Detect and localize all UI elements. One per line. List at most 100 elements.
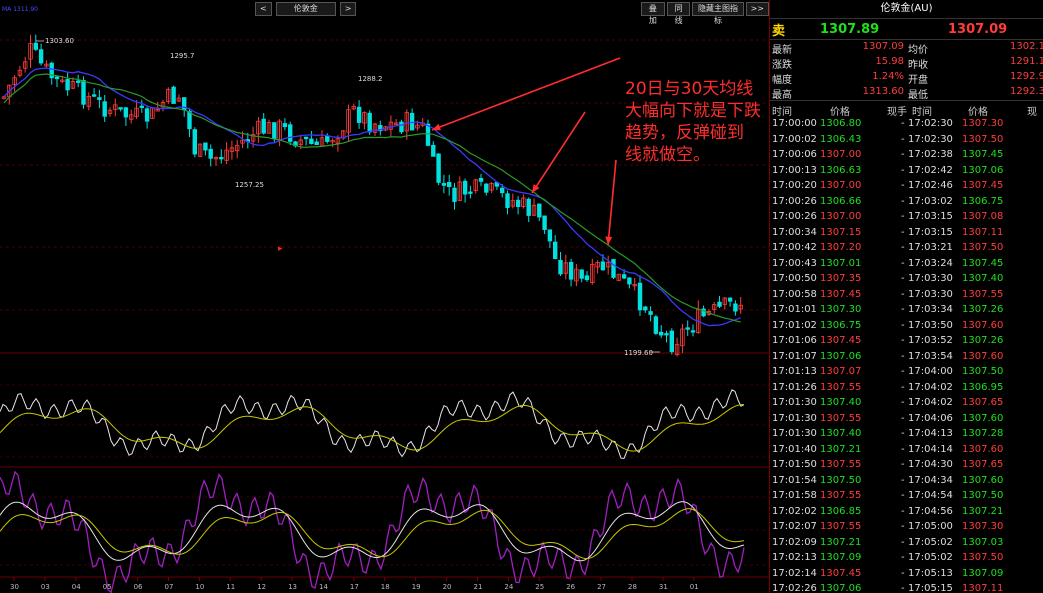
tick-price: 1307.00 bbox=[820, 149, 862, 160]
tick-row[interactable]: 17:00:50 1307.35 17:03:30 1307.40 - bbox=[770, 272, 1043, 288]
quote-stats: 最新 1307.09 均价 1302.1 涨跌 15.98 昨收 1291.1 幅度 1.24% 开… bbox=[770, 40, 1043, 101]
hide-indicators-button[interactable]: 隐藏主图指标 bbox=[692, 2, 744, 25]
candle-body bbox=[54, 76, 60, 80]
expand-button[interactable]: >> bbox=[745, 2, 769, 16]
x-axis-label: 28 bbox=[628, 583, 637, 591]
header-time: 时间 bbox=[772, 107, 792, 118]
candle-body bbox=[558, 259, 563, 275]
stat-label: 最新 bbox=[772, 45, 792, 56]
tick-time-2: 17:04:14 bbox=[908, 443, 953, 455]
candle-body bbox=[505, 193, 510, 208]
tick-row[interactable]: 17:01:54 1307.50 17:04:34 1307.60 - bbox=[770, 474, 1043, 490]
stat-label-2: 开盘 bbox=[908, 75, 928, 86]
tick-row[interactable]: 17:02:09 1307.21 17:05:02 1307.03 - bbox=[770, 536, 1043, 552]
tick-price: 1306.66 bbox=[820, 195, 862, 207]
candle-body bbox=[287, 124, 293, 142]
tick-row[interactable]: 17:02:26 1307.06 17:05:15 1307.11 - bbox=[770, 582, 1043, 593]
candle-body bbox=[526, 198, 531, 216]
tick-row[interactable]: 17:00:20 1307.00 17:02:46 1307.45 - bbox=[770, 179, 1043, 195]
tick-row[interactable]: 17:01:30 1307.55 17:04:06 1307.60 - bbox=[770, 412, 1043, 428]
tick-row[interactable]: 17:01:26 1307.55 17:04:02 1306.95 - bbox=[770, 381, 1043, 397]
tick-volume-placeholder: - bbox=[901, 195, 905, 207]
tick-time-2: 17:05:00 bbox=[908, 521, 953, 532]
tick-row[interactable]: 17:02:02 1306.85 17:04:56 1307.21 - bbox=[770, 505, 1043, 521]
candle-body bbox=[303, 136, 309, 140]
kline-chart-area[interactable]: MA 1311.90 1303.60 1295.7 1288.2 1257.25 1199… bbox=[0, 0, 769, 593]
tick-row[interactable]: 17:01:50 1307.55 17:04:30 1307.65 - bbox=[770, 458, 1043, 474]
tick-volume-placeholder: - bbox=[901, 350, 905, 362]
annotation-arrow-1-head bbox=[432, 123, 441, 131]
sync-button[interactable]: 同线 bbox=[666, 2, 691, 25]
symbol-name-button[interactable]: 伦敦金 bbox=[275, 2, 336, 16]
tick-row[interactable]: 17:01:58 1307.55 17:04:54 1307.50 - bbox=[770, 489, 1043, 505]
tick-price: 1307.55 bbox=[820, 490, 862, 501]
x-axis-label: 05 bbox=[103, 583, 112, 591]
tick-row[interactable]: 17:02:13 1307.09 17:05:02 1307.50 - bbox=[770, 551, 1043, 567]
x-axis-label: 21 bbox=[474, 583, 483, 591]
tick-row[interactable]: 17:01:02 1306.75 17:03:50 1307.60 - bbox=[770, 319, 1043, 335]
tick-row[interactable]: 17:01:40 1307.21 17:04:14 1307.60 - bbox=[770, 443, 1043, 459]
x-axis-label: 04 bbox=[72, 583, 81, 591]
tick-row[interactable]: 17:01:07 1307.06 17:03:54 1307.60 - bbox=[770, 350, 1043, 366]
candle-body bbox=[367, 112, 372, 133]
tick-time: 17:01:30 bbox=[772, 397, 817, 408]
tick-row[interactable]: 17:00:34 1307.15 17:03:15 1307.11 - bbox=[770, 226, 1043, 242]
tick-time: 17:01:30 bbox=[772, 412, 817, 424]
tick-row[interactable]: 17:00:43 1307.01 17:03:24 1307.45 - bbox=[770, 257, 1043, 273]
tick-price: 1307.45 bbox=[820, 335, 862, 346]
tick-volume-placeholder: - bbox=[901, 366, 905, 377]
tick-price: 1307.50 bbox=[820, 474, 862, 486]
tick-time: 17:00:50 bbox=[772, 273, 817, 284]
annotation-arrow-2-head bbox=[532, 184, 540, 193]
candle-body bbox=[38, 49, 44, 64]
tick-time-2: 17:04:13 bbox=[908, 428, 953, 439]
x-axis-label: 06 bbox=[134, 583, 143, 591]
tick-volume-placeholder: - bbox=[901, 536, 905, 548]
tick-row[interactable]: 17:00:02 1306.43 17:02:30 1307.50 - bbox=[770, 133, 1043, 149]
candle-body bbox=[33, 42, 38, 50]
tick-row[interactable]: 17:01:13 1307.07 17:04:00 1307.50 - bbox=[770, 365, 1043, 381]
tick-time: 17:00:43 bbox=[772, 257, 817, 269]
annotation-line-3: 趋势，反弹碰到 bbox=[625, 123, 744, 143]
prev-symbol-button[interactable]: < bbox=[255, 2, 272, 16]
tick-time-2: 17:02:30 bbox=[908, 133, 953, 145]
candle-body bbox=[91, 94, 97, 97]
tick-row[interactable]: 17:01:06 1307.45 17:03:52 1307.26 - bbox=[770, 334, 1043, 350]
tick-price: 1307.06 bbox=[820, 583, 862, 593]
tick-row[interactable]: 17:00:26 1307.00 17:03:15 1307.08 - bbox=[770, 210, 1043, 226]
tick-row[interactable]: 17:00:00 1306.80 17:02:30 1307.30 - bbox=[770, 117, 1043, 133]
next-symbol-button[interactable]: > bbox=[339, 2, 357, 16]
tick-price-2: 1307.09 bbox=[962, 567, 1004, 579]
tick-price-2: 1307.50 bbox=[962, 490, 1004, 501]
tick-time-2: 17:03:30 bbox=[908, 273, 953, 284]
overlay-button[interactable]: 叠加 bbox=[641, 2, 665, 25]
tick-volume-placeholder: - bbox=[901, 118, 905, 129]
tick-row[interactable]: 17:02:07 1307.55 17:05:00 1307.30 - bbox=[770, 520, 1043, 536]
tick-row[interactable]: 17:01:30 1307.40 17:04:02 1307.65 - bbox=[770, 396, 1043, 412]
tick-time-2: 17:04:00 bbox=[908, 366, 953, 377]
tick-row[interactable]: 17:00:13 1306.63 17:02:42 1307.06 - bbox=[770, 164, 1043, 180]
stat-value: 15.98 bbox=[875, 56, 904, 67]
tick-time: 17:00:58 bbox=[772, 288, 817, 300]
tick-price-2: 1307.65 bbox=[962, 459, 1004, 470]
tick-row[interactable]: 17:01:30 1307.40 17:04:13 1307.28 - bbox=[770, 427, 1043, 443]
high-price-label: 1303.60 bbox=[45, 37, 74, 45]
candle-body bbox=[425, 123, 431, 146]
tick-row[interactable]: 17:00:42 1307.20 17:03:21 1307.50 - bbox=[770, 241, 1043, 257]
candle-body bbox=[659, 331, 664, 336]
candle-body bbox=[462, 180, 468, 195]
tick-price: 1307.07 bbox=[820, 366, 862, 377]
tick-row[interactable]: 17:00:58 1307.45 17:03:30 1307.55 - bbox=[770, 288, 1043, 304]
annotation-line-1: 20日与30天均线 bbox=[625, 79, 754, 99]
tick-row[interactable]: 17:01:01 1307.30 17:03:34 1307.26 - bbox=[770, 303, 1043, 319]
x-axis-label: 07 bbox=[165, 583, 174, 591]
tick-row[interactable]: 17:00:06 1307.00 17:02:38 1307.45 - bbox=[770, 148, 1043, 164]
x-axis-label: 12 bbox=[257, 583, 266, 591]
candle-body bbox=[97, 97, 102, 100]
tick-time: 17:00:20 bbox=[772, 180, 817, 191]
candle-body bbox=[733, 303, 738, 312]
tick-row[interactable]: 17:00:26 1306.66 17:03:02 1306.75 - bbox=[770, 195, 1043, 211]
tick-row[interactable]: 17:02:14 1307.45 17:05:13 1307.09 - bbox=[770, 567, 1043, 583]
tick-time: 17:02:13 bbox=[772, 552, 817, 563]
tick-price: 1307.55 bbox=[820, 381, 862, 393]
